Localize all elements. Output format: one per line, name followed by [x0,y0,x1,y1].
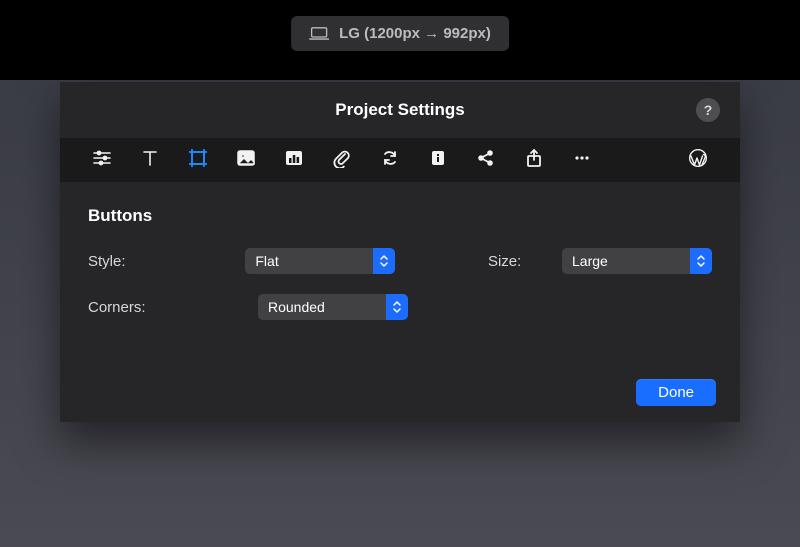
tab-upload[interactable] [510,138,558,182]
tab-text[interactable] [126,138,174,182]
attachment-icon [332,148,352,173]
corners-select-value: Rounded [268,299,325,315]
info-icon [428,148,448,173]
style-label: Style: [88,253,245,270]
chevron-updown-icon [373,248,395,274]
settings-toolbar [60,138,740,182]
size-select-value: Large [572,253,608,269]
upload-icon [524,148,544,173]
sliders-icon [92,148,112,173]
laptop-icon [309,27,329,41]
tab-attachment[interactable] [318,138,366,182]
panel-footer: Done [60,379,740,406]
project-settings-panel: Project Settings ? [60,82,740,422]
panel-header: Project Settings ? [60,82,740,138]
help-icon: ? [704,102,713,118]
text-icon [140,148,160,173]
share-icon [476,148,496,173]
viewport-size-label: LG (1200px → 992px) [339,25,491,42]
crop-icon [188,148,208,173]
row-corners: Corners: Rounded [88,294,712,320]
section-title-buttons: Buttons [88,206,712,226]
panel-title: Project Settings [335,100,464,120]
style-select-value: Flat [255,253,278,269]
chevron-updown-icon [386,294,408,320]
corners-label: Corners: [88,299,258,316]
tab-info[interactable] [414,138,462,182]
viewport-size-pill[interactable]: LG (1200px → 992px) [291,16,509,51]
done-button[interactable]: Done [636,379,716,406]
chevron-updown-icon [690,248,712,274]
tab-image[interactable] [222,138,270,182]
image-icon [236,148,256,173]
chart-icon [284,148,304,173]
done-button-label: Done [658,384,694,401]
size-select[interactable]: Large [562,248,712,274]
panel-body: Buttons Style: Flat Size: Large Corners: [60,182,740,338]
help-button[interactable]: ? [696,98,720,122]
tab-share[interactable] [462,138,510,182]
recycle-icon [380,148,400,173]
row-style-size: Style: Flat Size: Large [88,248,712,274]
tab-frame[interactable] [174,138,222,182]
tab-more[interactable] [558,138,606,182]
tab-sync[interactable] [366,138,414,182]
tab-sliders[interactable] [78,138,126,182]
style-select[interactable]: Flat [245,248,395,274]
tab-chart[interactable] [270,138,318,182]
more-icon [572,148,592,173]
tab-wordpress[interactable] [674,138,722,182]
corners-select[interactable]: Rounded [258,294,408,320]
wordpress-icon [688,148,708,173]
size-label: Size: [488,253,562,270]
